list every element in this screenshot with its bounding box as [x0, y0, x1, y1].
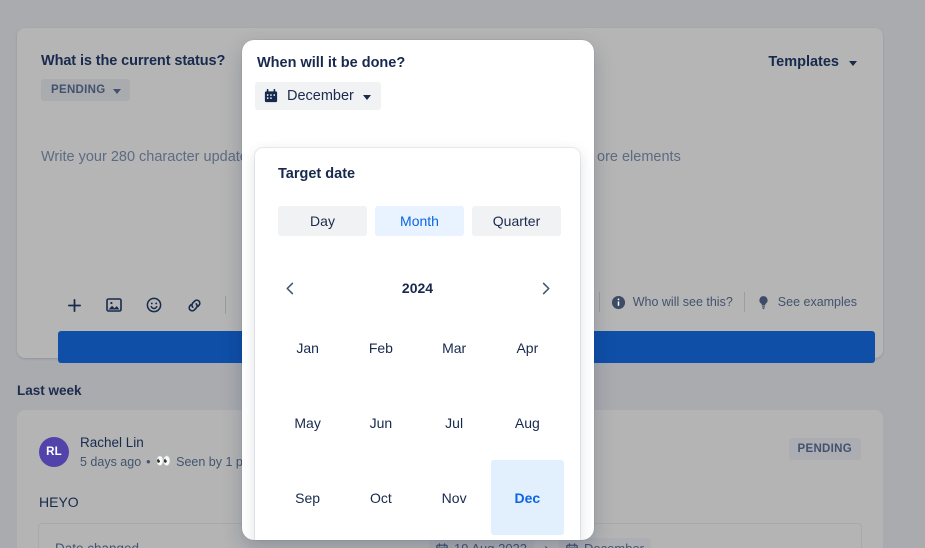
- tab-month[interactable]: Month: [375, 206, 464, 236]
- target-date-value: December: [287, 88, 354, 104]
- month-grid: Jan Feb Mar Apr May Jun Jul Aug Sep Oct …: [271, 310, 564, 535]
- status-badge: PENDING: [788, 438, 861, 460]
- editor-placeholder-text[interactable]: Write your 280 character update.: [41, 149, 252, 165]
- month-cell-may[interactable]: May: [271, 385, 344, 460]
- templates-label: Templates: [768, 54, 839, 70]
- chevron-down-icon: [362, 94, 371, 100]
- who-will-see-this-button[interactable]: Who will see this?: [611, 295, 733, 310]
- month-cell-dec[interactable]: Dec: [490, 460, 564, 535]
- templates-dropdown[interactable]: Templates: [768, 54, 857, 70]
- target-date-trigger[interactable]: December: [255, 82, 381, 110]
- editor-placeholder-tail: ore elements: [597, 149, 681, 165]
- calendar-icon: [436, 542, 448, 548]
- year-label: 2024: [401, 280, 434, 296]
- lightbulb-icon: [759, 295, 768, 309]
- chevron-left-icon[interactable]: [278, 276, 302, 300]
- month-cell-jun[interactable]: Jun: [344, 385, 417, 460]
- tab-day[interactable]: Day: [278, 206, 367, 236]
- update-body-text: HEYO: [39, 494, 79, 510]
- chevron-right-icon[interactable]: [533, 276, 557, 300]
- month-cell-apr[interactable]: Apr: [491, 310, 564, 385]
- month-cell-mar[interactable]: Mar: [418, 310, 491, 385]
- due-date-popup: When will it be done? December Target da…: [242, 40, 594, 540]
- see-examples-button[interactable]: See examples: [756, 295, 857, 310]
- link-icon[interactable]: [181, 292, 207, 318]
- author-meta: 5 days ago • 👀 Seen by 1 pers: [80, 454, 260, 469]
- emoji-icon[interactable]: [141, 292, 167, 318]
- eyes-icon: 👀: [155, 454, 172, 468]
- year-navigation: 2024: [278, 276, 557, 300]
- info-icon: [611, 295, 625, 309]
- picker-title: Target date: [278, 166, 356, 182]
- editor-toolbar: [61, 292, 270, 318]
- see-examples-label: See examples: [777, 295, 857, 309]
- status-dropdown-value: PENDING: [51, 84, 106, 96]
- month-cell-oct[interactable]: Oct: [344, 460, 417, 535]
- month-cell-jan[interactable]: Jan: [271, 310, 344, 385]
- month-cell-feb[interactable]: Feb: [344, 310, 417, 385]
- plus-icon[interactable]: [61, 292, 87, 318]
- meta-divider: [743, 292, 745, 312]
- date-change-arrow: ›: [544, 540, 549, 548]
- chevron-down-icon: [112, 88, 121, 94]
- granularity-segmented-control: Day Month Quarter: [278, 206, 561, 236]
- calendar-icon: [566, 542, 578, 548]
- due-date-question-label: When will it be done?: [257, 55, 406, 71]
- month-cell-sep[interactable]: Sep: [271, 460, 344, 535]
- toolbar-divider: [225, 296, 226, 314]
- chevron-down-icon: [849, 60, 857, 66]
- status-dropdown[interactable]: PENDING: [41, 79, 130, 101]
- month-cell-aug[interactable]: Aug: [491, 385, 564, 460]
- timestamp: 5 days ago: [80, 454, 142, 469]
- month-cell-jul[interactable]: Jul: [418, 385, 491, 460]
- who-will-see-this-label: Who will see this?: [632, 295, 733, 309]
- date-to-label: December: [584, 541, 644, 548]
- month-cell-nov[interactable]: Nov: [418, 460, 491, 535]
- meta-separator: •: [146, 454, 151, 469]
- calendar-icon: [264, 89, 278, 103]
- date-from-label: 19 Aug 2022: [454, 541, 527, 548]
- date-picker-panel: Target date Day Month Quarter 2024 Jan F…: [255, 148, 580, 540]
- image-icon[interactable]: [101, 292, 127, 318]
- author-name: Rachel Lin: [80, 435, 144, 450]
- section-heading-last-week: Last week: [17, 383, 82, 398]
- date-change-label: Date changed: [55, 541, 139, 548]
- meta-divider: [598, 292, 600, 312]
- tab-quarter[interactable]: Quarter: [472, 206, 561, 236]
- avatar: RL: [39, 437, 69, 467]
